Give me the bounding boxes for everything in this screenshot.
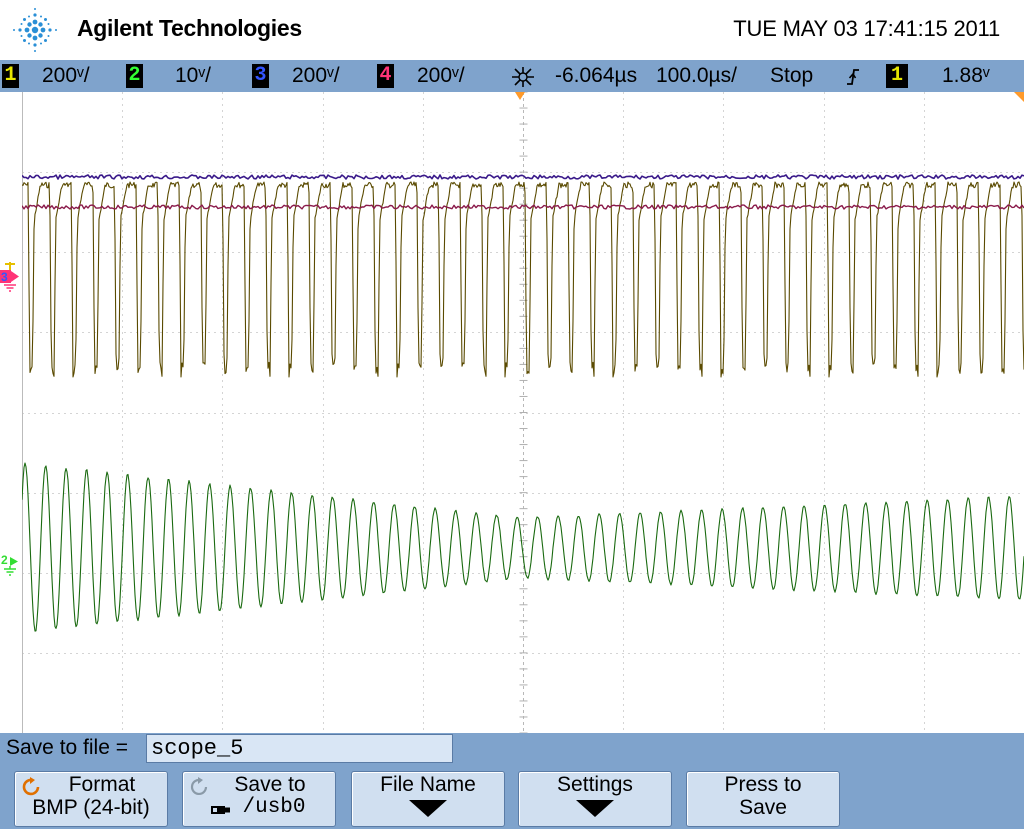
file-name-softkey[interactable]: File Name: [351, 771, 505, 827]
trigger-source-badge[interactable]: 1: [886, 64, 908, 88]
channel-1-scale[interactable]: 200ᵛ/: [42, 63, 90, 89]
date-time: TUE MAY 03 17:41:15 2011: [733, 16, 1000, 41]
channel-4-scale[interactable]: 200ᵛ/: [417, 63, 465, 89]
save-to-value: /usb0: [242, 796, 306, 819]
press-to-label: Press to: [724, 773, 802, 796]
brand-name: Agilent Technologies: [77, 15, 302, 41]
agilent-spark-icon: [13, 8, 57, 52]
channel-3-badge[interactable]: 3: [252, 64, 269, 88]
channel-2-ground-marker[interactable]: 2: [0, 552, 20, 578]
filename-field[interactable]: scope_5: [146, 734, 453, 763]
channel-4-badge[interactable]: 4: [377, 64, 394, 88]
trigger-level[interactable]: 1.88ᵛ: [942, 63, 990, 89]
channel-2-badge[interactable]: 2: [126, 64, 143, 88]
timebase-value[interactable]: 100.0µs/: [656, 63, 737, 89]
channel-2-scale[interactable]: 10ᵛ/: [175, 63, 211, 89]
file-name-label: File Name: [380, 773, 476, 796]
channel-1-badge[interactable]: 1: [2, 64, 19, 88]
status-bar: 1 200ᵛ/ 2 10ᵛ/ 3 200ᵛ/ 4 200ᵛ/ -6.064µs …: [0, 60, 1024, 92]
press-to-save-softkey[interactable]: Press to Save: [686, 771, 840, 827]
header: Agilent Technologies TUE MAY 03 17:41:15…: [0, 0, 1024, 60]
format-softkey[interactable]: Format BMP (24-bit): [14, 771, 168, 827]
channel-2-marker-label: 2: [1, 553, 8, 567]
save-label: Save: [739, 796, 787, 819]
softkey-panel: Save to file = scope_5 Format BMP (24-bi…: [0, 733, 1024, 829]
channel-3-4-ground-marker[interactable]: 3: [0, 262, 20, 292]
channel-marker-strip: 3 2: [0, 92, 22, 733]
format-label: Format: [68, 773, 136, 796]
run-state: Stop: [770, 64, 814, 87]
waveform-display: [22, 92, 1024, 733]
save-to-softkey[interactable]: Save to /usb0: [182, 771, 336, 827]
arrow-down-icon: [409, 800, 447, 817]
format-value: BMP (24-bit): [32, 796, 150, 819]
delay-icon: [512, 67, 534, 87]
save-to-file-label: Save to file =: [6, 736, 128, 759]
channel-3-scale[interactable]: 200ᵛ/: [292, 63, 340, 89]
save-to-label: Save to: [234, 773, 306, 796]
arrow-down-icon: [576, 800, 614, 817]
settings-softkey[interactable]: Settings: [518, 771, 672, 827]
settings-label: Settings: [557, 773, 633, 796]
trigger-edge-icon[interactable]: [845, 66, 861, 88]
channel-3-marker-label: 3: [1, 270, 8, 284]
delay-value[interactable]: -6.064µs: [555, 63, 637, 89]
